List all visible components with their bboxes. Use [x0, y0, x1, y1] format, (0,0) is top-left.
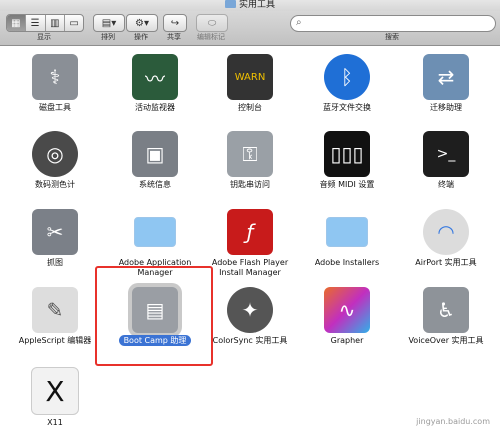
bluetooth-icon: ᛒ — [324, 54, 370, 100]
app-label: 抓图 — [47, 258, 63, 267]
color-meter-icon: ◎ — [32, 131, 78, 177]
app-label: 迁移助理 — [430, 103, 462, 112]
finder-window: 实用工具 ▦ ☰ ▥ ▭ 显示 ▤▾ 排列 ⚙▾ 操作 ↪ 共享 ⬭ 编辑标记 … — [0, 0, 500, 433]
app-label: 控制台 — [238, 103, 262, 112]
grapher-icon: ∿ — [324, 287, 370, 333]
app-label: 音频 MIDI 设置 — [319, 180, 375, 189]
icon-grid: ⚕ 磁盘工具 〰 活动监视器 WARN 控制台 ᛒ 蓝牙文件交换 ⇄ 迁移助理 … — [0, 46, 500, 433]
search-input[interactable]: ⌕ — [290, 15, 496, 32]
share-icon: ↪ — [170, 17, 180, 29]
app-activity-monitor[interactable]: 〰 活动监视器 — [107, 54, 203, 113]
search-icon: ⌕ — [296, 17, 302, 28]
action-button[interactable]: ⚙▾ — [126, 14, 158, 32]
app-label: AppleScript 编辑器 — [18, 336, 92, 345]
app-colorsync-utility[interactable]: ✦ ColorSync 实用工具 — [202, 287, 298, 346]
app-adobe-installers[interactable]: Adobe Installers — [299, 209, 395, 268]
cover-flow-button[interactable]: ▭ — [65, 15, 83, 31]
voiceover-icon: ♿ — [423, 287, 469, 333]
midi-keyboard-icon: ▯▯▯ — [324, 131, 370, 177]
x11-icon: X — [31, 367, 79, 415]
list-view-button[interactable]: ☰ — [26, 15, 46, 31]
app-migration-assistant[interactable]: ⇄ 迁移助理 — [398, 54, 494, 113]
grab-icon: ✂ — [32, 209, 78, 255]
app-label: 活动监视器 — [135, 103, 175, 112]
app-airport-utility[interactable]: ◠ AirPort 实用工具 — [398, 209, 494, 268]
action-label: 操作 — [134, 33, 148, 41]
share-segment: ↪ — [164, 15, 186, 31]
list-view-icon: ☰ — [30, 17, 40, 29]
app-color-meter[interactable]: ◎ 数码测色计 — [7, 131, 103, 190]
icon-view-button[interactable]: ▦ — [7, 15, 26, 31]
keychain-icon: ⚿ — [227, 131, 273, 177]
window-title: 实用工具 — [0, 0, 500, 11]
edit-tags-button[interactable]: ⬭ — [196, 14, 228, 32]
folder-shape — [134, 217, 176, 247]
app-bluetooth-exchange[interactable]: ᛒ 蓝牙文件交换 — [299, 54, 395, 113]
share-button[interactable]: ↪ — [163, 14, 187, 32]
folder-icon — [132, 209, 178, 255]
app-applescript-editor[interactable]: ✎ AppleScript 编辑器 — [7, 287, 103, 346]
gear-icon: ⚙▾ — [135, 17, 149, 29]
window-title-text: 实用工具 — [238, 0, 275, 10]
app-label: Adobe Installers — [314, 258, 380, 267]
app-system-information[interactable]: ▣ 系统信息 — [107, 131, 203, 190]
app-label: AirPort 实用工具 — [415, 258, 477, 267]
share-label: 共享 — [167, 33, 181, 41]
app-label: 钥匙串访问 — [230, 180, 270, 189]
app-disk-utility[interactable]: ⚕ 磁盘工具 — [7, 54, 103, 113]
action-segment: ⚙▾ — [127, 15, 157, 31]
view-label: 显示 — [37, 33, 51, 41]
app-label: 数码测色计 — [35, 180, 75, 189]
app-x11[interactable]: X X11 — [7, 367, 103, 428]
app-terminal[interactable]: >_ 终端 — [398, 131, 494, 190]
app-adobe-flash-player-install-manager[interactable]: ƒ Adobe Flash Player Install Manager — [202, 209, 298, 278]
app-label: 蓝牙文件交换 — [323, 103, 371, 112]
app-grapher[interactable]: ∿ Grapher — [299, 287, 395, 346]
system-information-icon: ▣ — [132, 131, 178, 177]
app-label: 终端 — [438, 180, 454, 189]
app-label: VoiceOver 实用工具 — [408, 336, 484, 345]
app-label: 磁盘工具 — [39, 103, 71, 112]
column-view-button[interactable]: ▥ — [46, 15, 66, 31]
app-label: ColorSync 实用工具 — [212, 336, 288, 345]
tag-icon: ⬭ — [207, 17, 217, 29]
column-view-icon: ▥ — [50, 17, 60, 29]
edit-tags-segment: ⬭ — [197, 15, 227, 31]
colorsync-icon: ✦ — [227, 287, 273, 333]
search-label: 搜索 — [385, 33, 399, 41]
folder-icon — [324, 209, 370, 255]
console-icon: WARN — [227, 54, 273, 100]
flash-icon: ƒ — [227, 209, 273, 255]
app-console[interactable]: WARN 控制台 — [202, 54, 298, 113]
icon-view-icon: ▦ — [11, 17, 21, 29]
arrange-segment: ▤▾ — [94, 15, 124, 31]
arrange-label: 排列 — [101, 33, 115, 41]
watermark: jingyan.baidu.com — [416, 417, 490, 426]
airport-icon: ◠ — [423, 209, 469, 255]
highlight-box — [95, 266, 213, 366]
folder-icon — [224, 0, 236, 8]
arrange-icon: ▤▾ — [101, 17, 117, 29]
migration-assistant-icon: ⇄ — [423, 54, 469, 100]
app-label: X11 — [47, 418, 63, 427]
app-audio-midi-setup[interactable]: ▯▯▯ 音频 MIDI 设置 — [299, 131, 395, 190]
applescript-icon: ✎ — [32, 287, 78, 333]
folder-shape — [326, 217, 368, 247]
app-label: 系统信息 — [139, 180, 171, 189]
app-label: Adobe Flash Player Install Manager — [211, 258, 289, 277]
app-voiceover-utility[interactable]: ♿ VoiceOver 实用工具 — [398, 287, 494, 346]
terminal-icon: >_ — [423, 131, 469, 177]
app-keychain-access[interactable]: ⚿ 钥匙串访问 — [202, 131, 298, 190]
cover-flow-icon: ▭ — [69, 17, 79, 29]
view-buttons[interactable]: ▦ ☰ ▥ ▭ — [6, 14, 84, 32]
edit-tags-label: 编辑标记 — [197, 33, 225, 41]
title-bar: 实用工具 — [0, 0, 500, 11]
toolbar: ▦ ☰ ▥ ▭ 显示 ▤▾ 排列 ⚙▾ 操作 ↪ 共享 ⬭ 编辑标记 ⌕ 搜索 — [0, 11, 500, 46]
arrange-button[interactable]: ▤▾ — [93, 14, 125, 32]
activity-monitor-icon: 〰 — [132, 54, 178, 100]
disk-utility-icon: ⚕ — [32, 54, 78, 100]
app-label: Grapher — [330, 336, 364, 345]
app-grab[interactable]: ✂ 抓图 — [7, 209, 103, 268]
